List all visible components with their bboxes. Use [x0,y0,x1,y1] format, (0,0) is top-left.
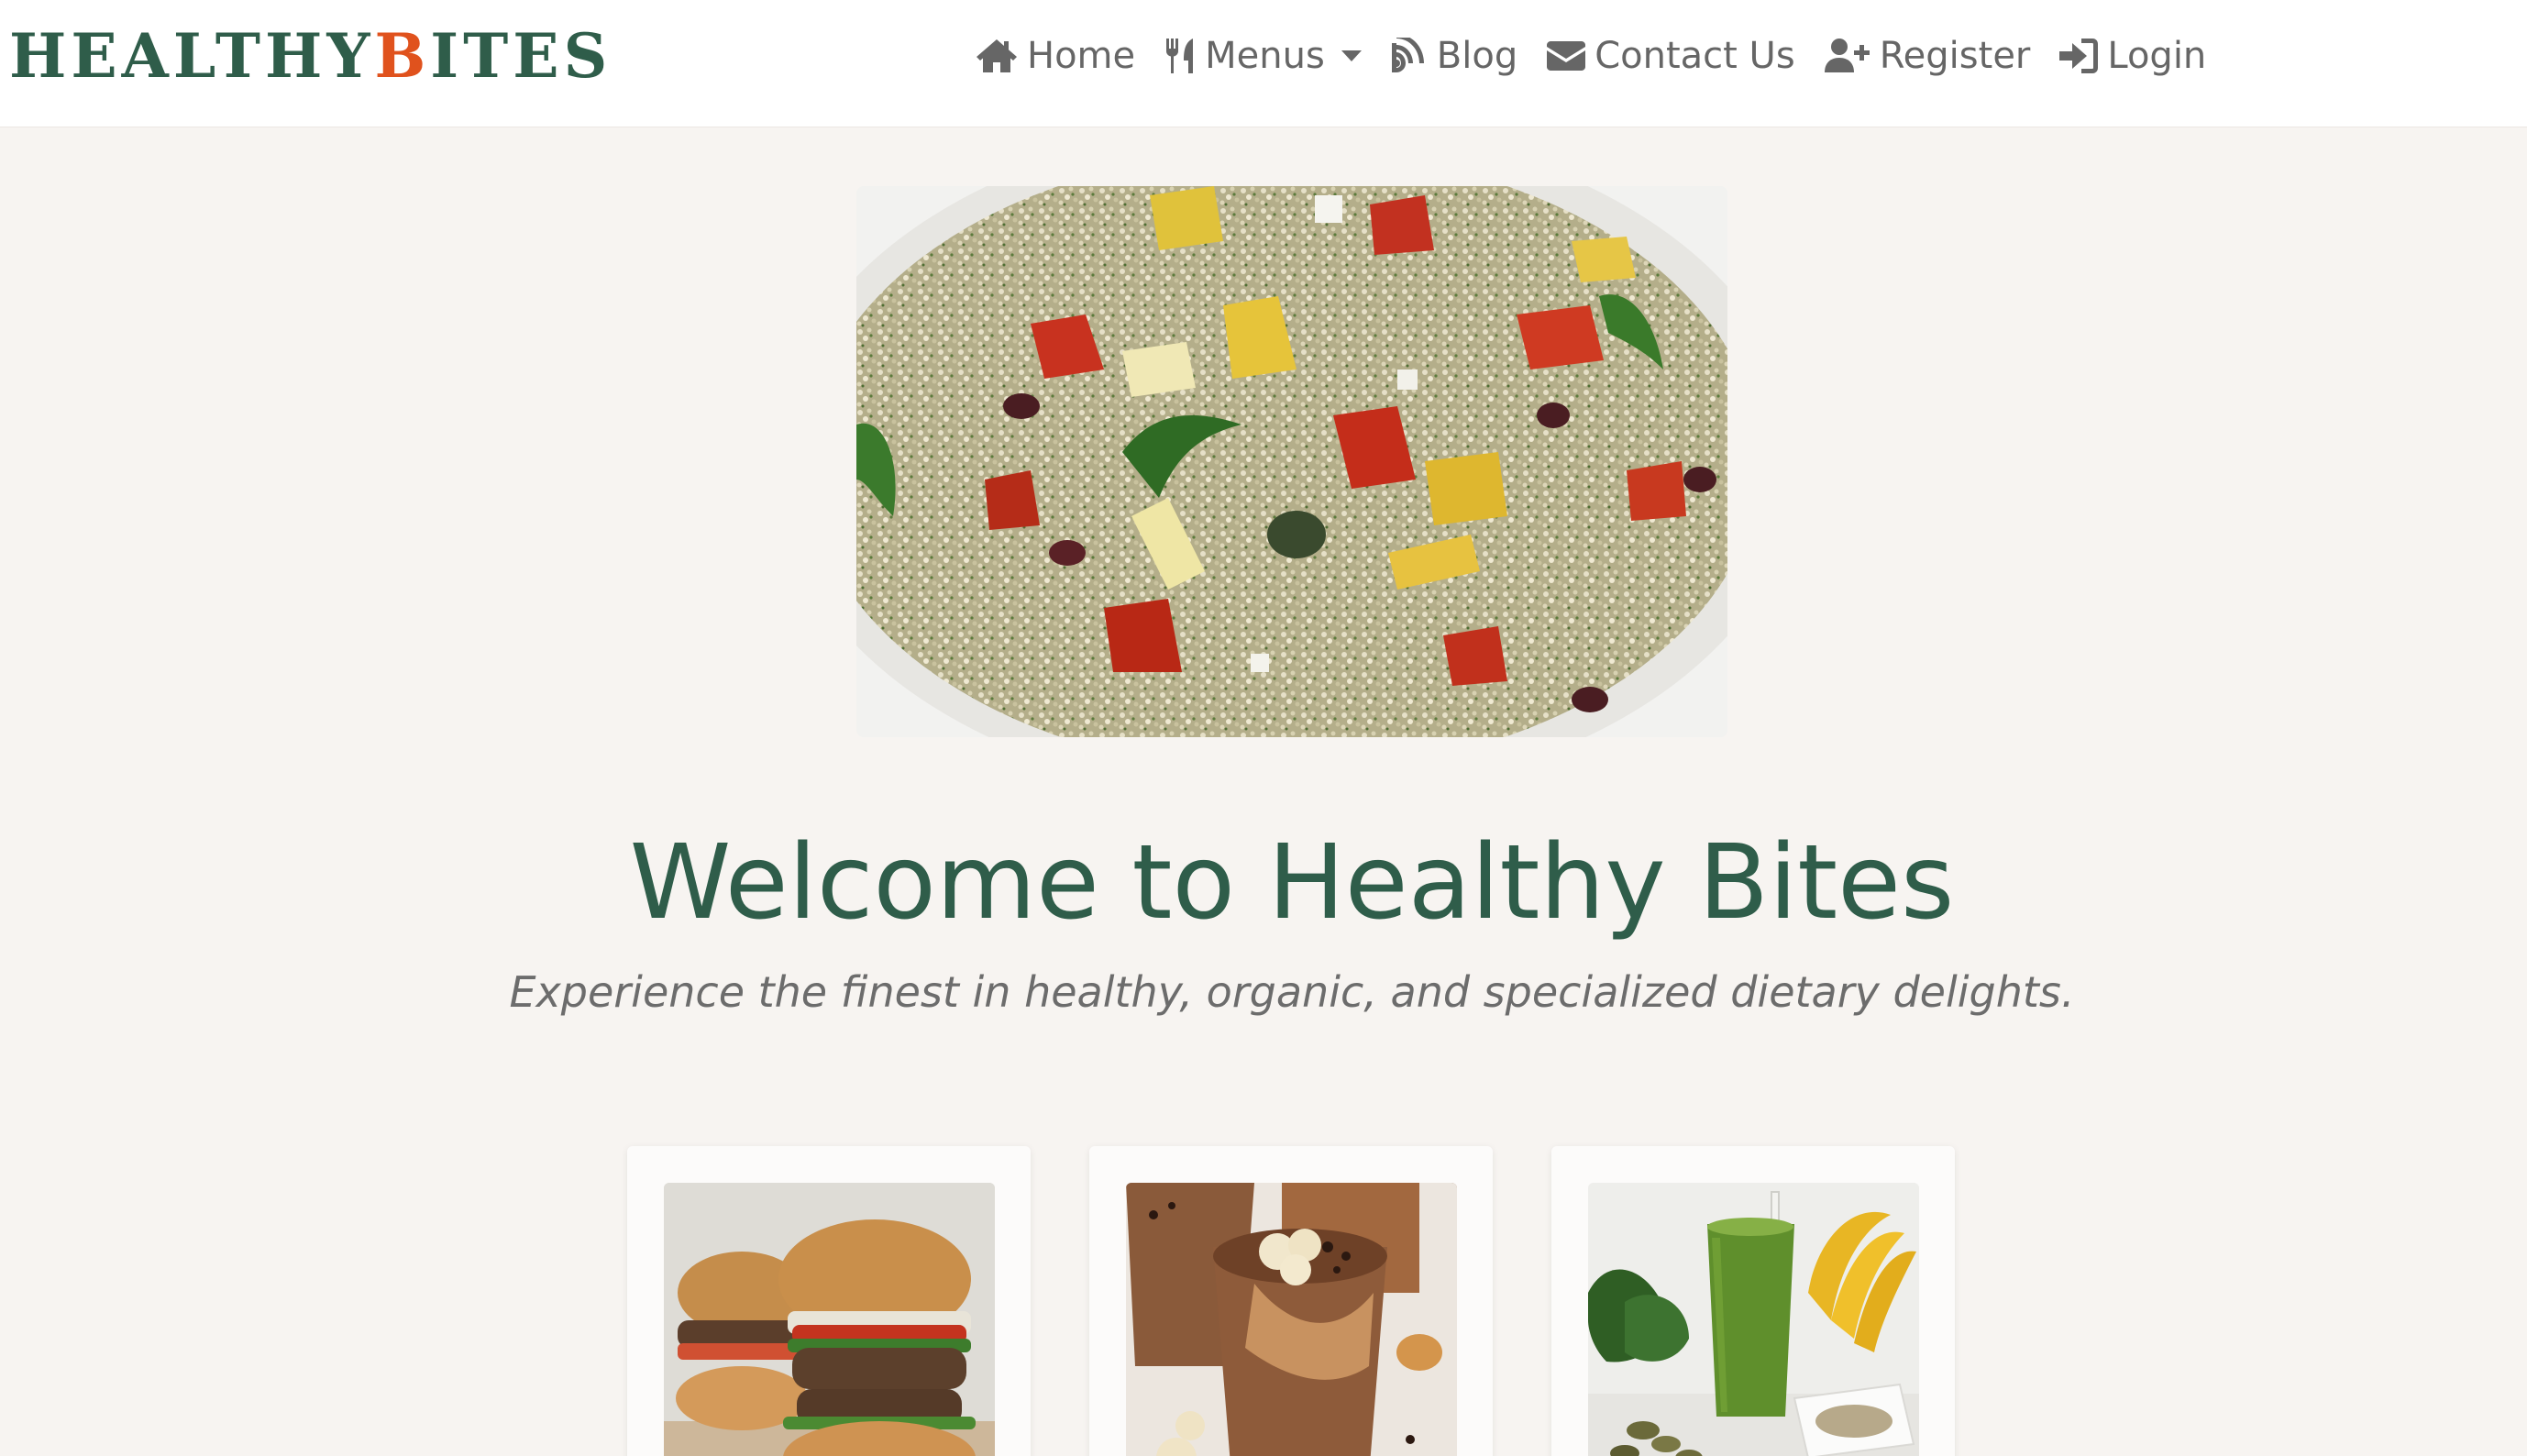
home-icon [977,39,1017,72]
utensils-icon [1166,39,1194,73]
nav-login[interactable]: Login [2059,35,2206,77]
hero-subtitle: Experience the finest in healthy, organi… [509,967,2075,1017]
nav-blog-label: Blog [1436,35,1518,77]
brand-logo[interactable]: HEALTHYBITES [9,20,612,92]
hero-title: Welcome to Healthy Bites [629,823,1955,943]
menu-card-green-smoothie[interactable] [1551,1146,1955,1456]
green-smoothie-image [1588,1183,1919,1456]
menu-card-burger[interactable] [627,1146,1031,1456]
brand-accent-letter: B [374,20,431,92]
nav-login-label: Login [2107,35,2207,77]
nav-register[interactable]: Register [1824,35,2031,77]
nav-home-label: Home [1027,35,1136,77]
nav-contact[interactable]: Contact Us [1547,35,1795,77]
nav-menus-label: Menus [1205,35,1325,77]
nav-register-label: Register [1879,35,2031,77]
sign-in-icon [2059,39,2099,73]
menu-card-chocolate-smoothie[interactable] [1089,1146,1493,1456]
nav-home[interactable]: Home [976,35,1135,77]
brand-part-1: HEALTHY [9,20,375,92]
brand-part-2: ITES [430,20,612,92]
nav-blog[interactable]: Blog [1391,35,1517,77]
veggie-burger-image [664,1183,995,1456]
envelope-icon [1547,41,1586,71]
main-nav: Home Menus Blog Contact Us Register Logi… [976,0,2206,112]
chevron-down-icon [1341,50,1362,61]
blog-icon [1391,38,1424,72]
chocolate-smoothie-image [1126,1183,1457,1456]
user-plus-icon [1824,39,1870,72]
hero-salad-image [856,186,1727,737]
nav-menus[interactable]: Menus [1164,35,1362,77]
nav-contact-label: Contact Us [1595,35,1795,77]
navbar: HEALTHYBITES Home Menus Blog Contact Us … [0,0,2527,127]
